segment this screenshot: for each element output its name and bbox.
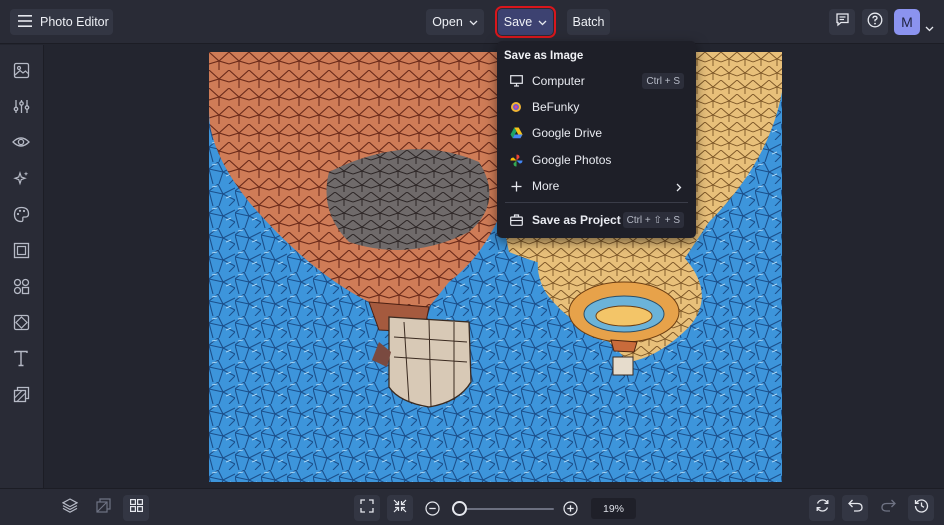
layers-icon — [61, 498, 79, 518]
effects-sparkle-icon[interactable] — [11, 168, 31, 188]
plus-icon — [509, 179, 523, 193]
briefcase-icon — [509, 213, 523, 227]
befunky-icon — [509, 100, 523, 114]
batch-button[interactable]: Batch — [567, 9, 610, 35]
comment-icon — [835, 12, 850, 32]
zoom-slider-handle[interactable] — [452, 501, 467, 516]
grid-view-button[interactable] — [123, 495, 149, 521]
avatar[interactable]: M — [894, 9, 920, 35]
computer-label: Computer — [532, 74, 585, 88]
undo-icon — [847, 499, 863, 517]
google-photos-icon — [509, 153, 523, 167]
fit-to-screen-button[interactable] — [354, 495, 380, 521]
google-photos-label: Google Photos — [532, 153, 612, 167]
hot-air-balloons-image — [209, 52, 782, 482]
save-google-drive-item[interactable]: Google Drive — [497, 121, 696, 145]
save-as-project-item[interactable]: Save as Project Ctrl + ⇧ + S — [497, 208, 696, 232]
save-button[interactable]: Save — [495, 6, 556, 38]
account-chevron-down-icon[interactable] — [925, 19, 934, 37]
refresh-icon — [815, 498, 830, 518]
overlays-icon[interactable] — [11, 312, 31, 332]
bottom-toolbar: 19% — [0, 488, 944, 525]
grid-icon — [129, 499, 143, 517]
save-computer-item[interactable]: Computer Ctrl + S — [497, 69, 696, 93]
save-label: Save — [503, 15, 533, 29]
actual-size-button[interactable] — [387, 495, 413, 521]
photo-canvas[interactable] — [209, 52, 782, 482]
help-button[interactable] — [862, 9, 888, 35]
eye-touch-up-icon[interactable] — [11, 132, 31, 152]
chevron-right-icon — [676, 181, 682, 195]
tool-sidebar — [0, 45, 44, 488]
zoom-out-icon[interactable] — [425, 501, 440, 521]
expand-icon — [360, 498, 374, 518]
redo-button[interactable] — [875, 495, 901, 521]
layers-button[interactable] — [57, 495, 83, 521]
google-drive-icon — [509, 126, 523, 140]
save-as-project-shortcut: Ctrl + ⇧ + S — [622, 212, 684, 228]
menu-divider — [505, 202, 688, 203]
zoom-percentage-field[interactable]: 19% — [591, 498, 636, 519]
chevron-down-icon — [469, 15, 478, 29]
top-bar: Photo Editor Open Save Batch M — [0, 0, 944, 44]
textures-icon[interactable] — [11, 384, 31, 404]
refresh-button[interactable] — [809, 495, 835, 521]
more-label: More — [532, 179, 560, 193]
save-google-photos-item[interactable]: Google Photos — [497, 148, 696, 172]
compare-button[interactable] — [90, 495, 116, 521]
save-as-project-label: Save as Project — [532, 213, 621, 227]
compare-icon — [95, 498, 111, 518]
avatar-initial: M — [901, 14, 913, 30]
save-as-image-header: Save as Image — [504, 50, 584, 62]
history-icon — [914, 498, 929, 518]
text-tool-icon[interactable] — [11, 348, 31, 368]
app-menu-button[interactable]: Photo Editor — [10, 9, 113, 35]
monitor-icon — [509, 74, 523, 88]
undo-button[interactable] — [842, 495, 868, 521]
history-button[interactable] — [908, 495, 934, 521]
image-manager-icon[interactable] — [11, 60, 31, 80]
computer-shortcut: Ctrl + S — [642, 73, 684, 89]
open-label: Open — [432, 15, 463, 29]
hamburger-menu-icon — [18, 14, 32, 30]
open-button[interactable]: Open — [426, 9, 484, 35]
batch-label: Batch — [572, 15, 605, 29]
zoom-in-icon[interactable] — [563, 501, 578, 521]
adjustments-sliders-icon[interactable] — [11, 96, 31, 116]
collapse-icon — [393, 499, 407, 518]
frames-icon[interactable] — [11, 240, 31, 260]
google-drive-label: Google Drive — [532, 126, 603, 140]
befunky-label: BeFunky — [532, 100, 580, 114]
save-dropdown-menu: Save as Image Computer Ctrl + S BeFunky … — [497, 41, 696, 238]
artsy-palette-icon[interactable] — [11, 204, 31, 224]
zoom-slider-track[interactable] — [452, 508, 554, 510]
help-icon — [867, 12, 883, 33]
save-more-item[interactable]: More — [497, 174, 696, 198]
comments-button[interactable] — [829, 9, 855, 35]
graphics-shapes-icon[interactable] — [11, 276, 31, 296]
redo-icon — [880, 499, 896, 517]
app-title: Photo Editor — [40, 15, 109, 29]
save-befunky-item[interactable]: BeFunky — [497, 95, 696, 119]
chevron-down-icon — [538, 15, 547, 29]
